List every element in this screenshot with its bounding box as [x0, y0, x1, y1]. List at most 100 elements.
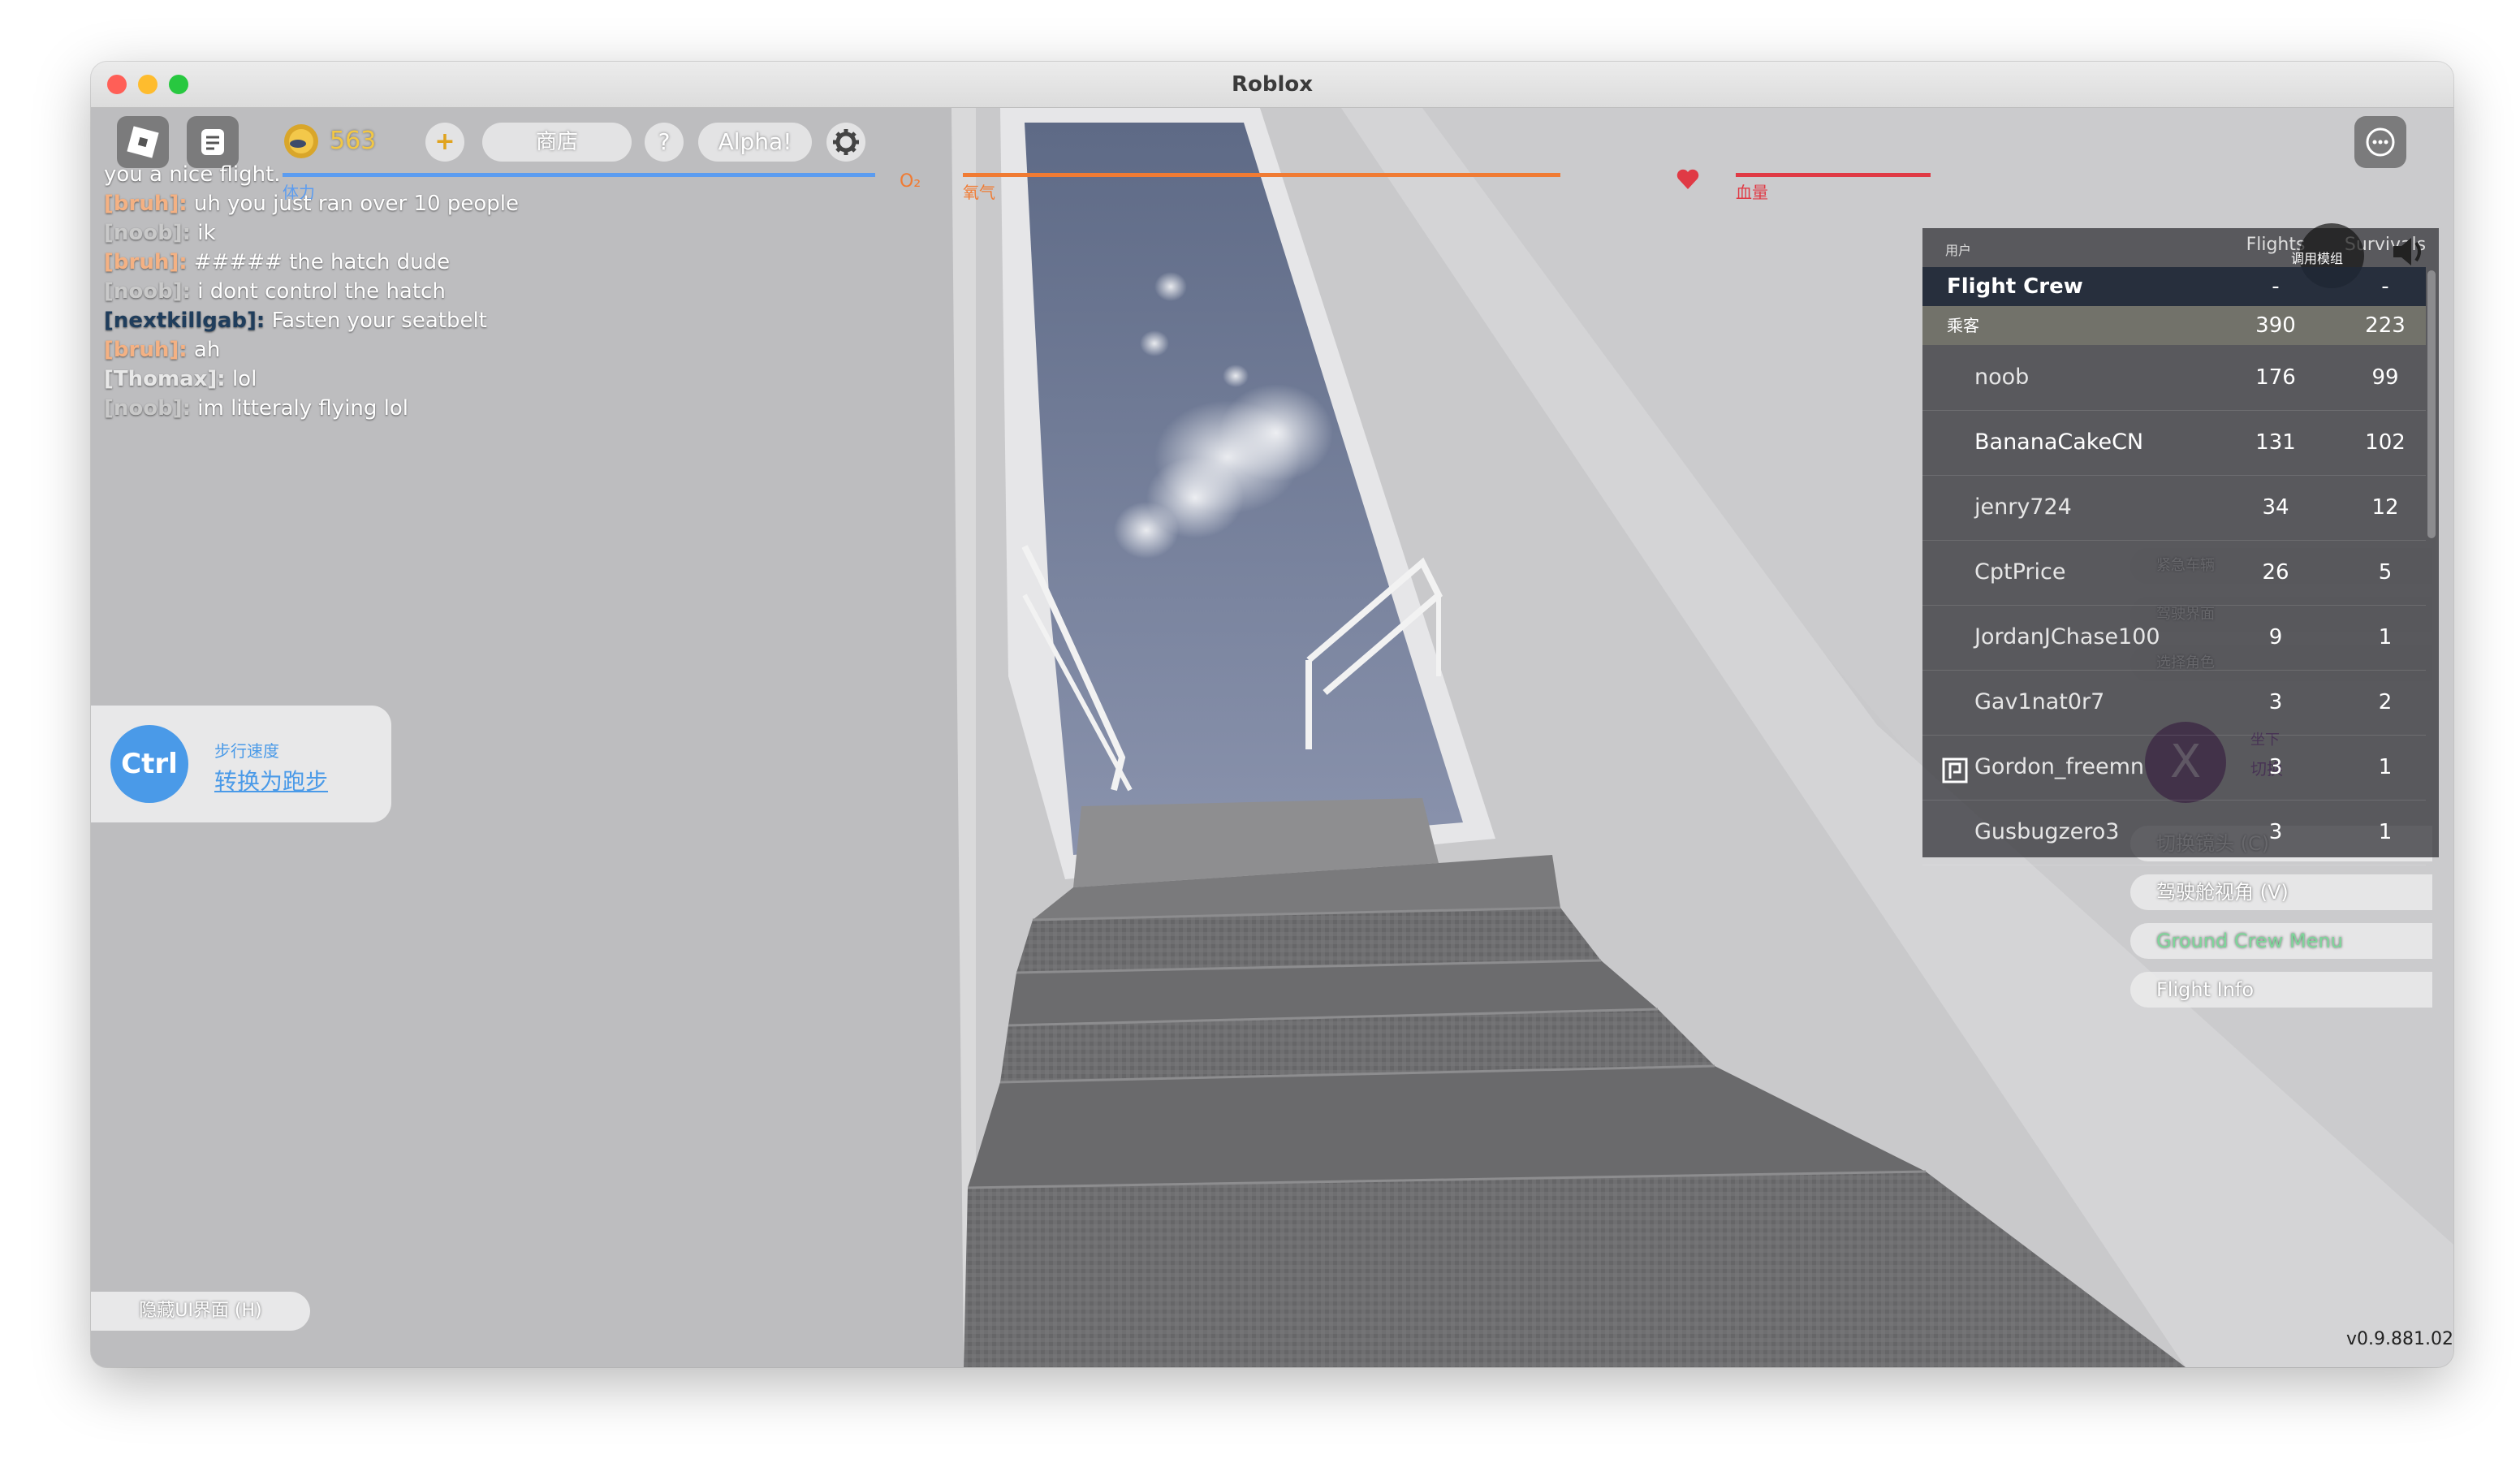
team-flights: - — [2272, 274, 2280, 299]
chat-message: [bruh]: ##### the hatch dude — [104, 248, 450, 277]
sprint-toggle-panel[interactable]: Ctrl 步行速度 转换为跑步 — [91, 706, 391, 822]
player-survivals: 102 — [2365, 430, 2406, 455]
team-row-passengers[interactable]: 乘客 390 223 — [1922, 306, 2426, 345]
player-flights: 176 — [2255, 365, 2296, 390]
gear-icon — [833, 129, 859, 155]
player-survivals: 99 — [2371, 365, 2399, 390]
chat-username[interactable]: [bruh]: — [104, 192, 188, 216]
shop-button[interactable]: 商店 — [482, 123, 632, 162]
window-title: Roblox — [1231, 72, 1314, 97]
player-flights: 26 — [2262, 560, 2289, 585]
side-menu-button[interactable]: 驾驶舱视角 (V) — [2130, 874, 2432, 910]
help-button[interactable]: ? — [645, 123, 684, 162]
player-name: jenry724 — [1974, 494, 2072, 520]
chat-message: [noob]: im litteraly flying lol — [104, 394, 408, 423]
chat-text: ah — [193, 338, 221, 362]
oxygen-bar-fill — [963, 173, 1560, 177]
player-name: Gordon_freemn — [1974, 754, 2144, 779]
player-survivals: 1 — [2378, 755, 2393, 779]
team-row-flight-crew[interactable]: Flight Crew - - — [1922, 267, 2426, 306]
leaderboard-row[interactable]: Gusbugzero3 3 1 — [1922, 800, 2426, 865]
chat-text: ##### the hatch dude — [193, 250, 451, 274]
player-survivals: 5 — [2378, 560, 2393, 585]
chat-message: [noob]: i dont control the hatch — [104, 277, 446, 306]
player-name: CptPrice — [1974, 559, 2066, 585]
leaderboard-row[interactable]: noob 176 99 — [1922, 345, 2426, 411]
chat-username[interactable]: [bruh]: — [104, 338, 188, 362]
player-flights: 131 — [2255, 430, 2296, 455]
chat-text: ik — [197, 221, 216, 245]
chat-partial-line: you a nice flight. — [104, 162, 281, 187]
chat-message: [noob]: ik — [104, 218, 216, 248]
side-menu-button[interactable]: Ground Crew Menu — [2130, 923, 2432, 959]
chat-message: [nextkillgab]: Fasten your seatbelt — [104, 306, 487, 335]
chat-text: im litteraly flying lol — [197, 396, 409, 421]
sprint-title: 步行速度 — [214, 741, 279, 761]
chat-username[interactable]: [noob]: — [104, 221, 191, 245]
player-survivals: 2 — [2378, 690, 2393, 714]
chat-text: uh you just ran over 10 people — [193, 192, 519, 216]
player-flights: 3 — [2268, 820, 2283, 844]
player-flights: 3 — [2268, 690, 2283, 714]
player-survivals: 1 — [2378, 625, 2393, 650]
chat-username[interactable]: [noob]: — [104, 279, 191, 304]
heart-icon — [1676, 169, 1699, 189]
chat-text: i dont control the hatch — [197, 279, 446, 304]
player-survivals: 1 — [2378, 820, 2393, 844]
leaderboard-row[interactable]: Gordon_freemn 3 1 — [1922, 735, 2426, 801]
leaderboard-header-user: 用户 — [1945, 243, 1972, 258]
alpha-button[interactable]: Alpha! — [698, 123, 812, 162]
player-name: noob — [1974, 365, 2030, 390]
leaderboard-row[interactable]: BananaCakeCN 131 102 — [1922, 410, 2426, 476]
team-survivals: 223 — [2365, 313, 2406, 338]
team-name: Flight Crew — [1947, 274, 2083, 299]
player-name: Gusbugzero3 — [1974, 819, 2120, 844]
leaderboard-overlay-text: 调用模组 — [2291, 251, 2344, 266]
game-viewport[interactable]: 563 + 商店 ? Alpha! 体力 O₂ 氧气 血量 you a nice… — [91, 108, 2453, 1367]
chat-message: [bruh]: uh you just ran over 10 people — [104, 189, 519, 218]
player-survivals: 12 — [2371, 495, 2399, 520]
health-label: 血量 — [1736, 183, 1768, 202]
plus-icon: + — [434, 127, 455, 156]
stamina-bar-fill — [283, 173, 875, 177]
leaderboard-row[interactable]: JordanJChase100 9 1 — [1922, 605, 2426, 671]
oxygen-label: 氧气 — [963, 183, 995, 202]
leaderboard: 用户 Flights Survivals 调用模组 Flight Crew - … — [1922, 223, 2439, 865]
version-label: v0.9.881.02 — [2346, 1329, 2453, 1349]
player-name: JordanJChase100 — [1974, 624, 2160, 650]
player-name: BananaCakeCN — [1974, 429, 2144, 455]
chat-text: Fasten your seatbelt — [271, 309, 487, 333]
more-icon — [2366, 127, 2395, 157]
leaderboard-row[interactable]: CptPrice 26 5 — [1922, 540, 2426, 606]
chat-username[interactable]: [nextkillgab]: — [104, 309, 265, 333]
oxygen-icon: O₂ — [900, 171, 921, 192]
hide-ui-button[interactable]: 隐藏UI界面 (H) — [91, 1292, 310, 1331]
settings-button[interactable] — [826, 123, 865, 162]
player-flights: 9 — [2268, 625, 2283, 650]
speaker-icon — [2393, 238, 2421, 265]
team-name: 乘客 — [1947, 316, 1979, 335]
chat-message: [bruh]: ah — [104, 335, 220, 365]
coin-count: 563 — [330, 127, 377, 155]
coin-icon — [284, 124, 318, 158]
leaderboard-row[interactable]: jenry724 34 12 — [1922, 475, 2426, 541]
player-flights: 3 — [2268, 755, 2283, 779]
chat-username[interactable]: [bruh]: — [104, 250, 188, 274]
chat-text: lol — [231, 367, 257, 391]
chat-username[interactable]: [noob]: — [104, 396, 191, 421]
roblox-window: Roblox 563 + 商店 ? Alpha! 体力 O₂ 氧气 血量 you… — [91, 62, 2453, 1367]
health-bar-fill — [1736, 173, 1931, 177]
stamina-bar-track — [283, 173, 875, 177]
add-coins-button[interactable]: + — [425, 123, 464, 162]
leaderboard-row[interactable]: Gav1nat0r7 3 2 — [1922, 670, 2426, 736]
team-survivals: - — [2381, 274, 2389, 299]
player-name: Gav1nat0r7 — [1974, 689, 2105, 714]
oxygen-bar-track — [963, 173, 1560, 177]
more-options-button[interactable] — [2354, 116, 2406, 168]
chat-username[interactable]: [Thomax]: — [104, 367, 226, 391]
title-bar: Roblox — [91, 62, 2453, 108]
leaderboard-scrollbar[interactable] — [2427, 270, 2436, 538]
chat-message: [Thomax]: lol — [104, 365, 257, 394]
side-menu-button[interactable]: Flight Info — [2130, 972, 2432, 1008]
sprint-action: 转换为跑步 — [214, 768, 329, 795]
